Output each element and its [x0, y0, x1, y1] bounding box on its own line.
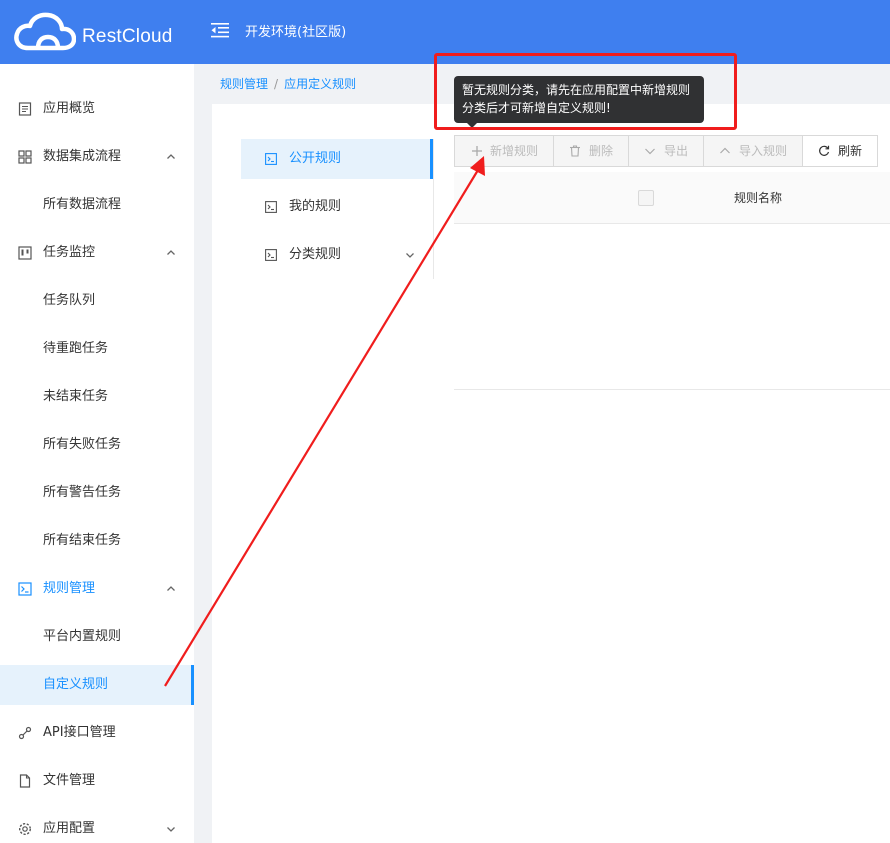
sidebar-item-task-monitor[interactable]: 任务监控 [0, 233, 194, 273]
gear-icon [18, 822, 32, 836]
brand-name: RestCloud [82, 26, 173, 47]
sidebar-item-label: 规则管理 [43, 581, 96, 596]
column-header-rule-name: 规则名称 [734, 191, 783, 205]
sidebar-item-label: 任务队列 [43, 293, 96, 308]
sidebar-item-label: 所有警告任务 [43, 485, 122, 500]
sidebar-item-label: 数据集成流程 [43, 149, 122, 164]
chevron-up-icon [167, 250, 175, 255]
category-classified-rules[interactable]: 分类规则 [241, 235, 433, 275]
chevron-up-icon [720, 147, 730, 154]
api-icon [18, 726, 32, 740]
category-label: 公开规则 [289, 151, 342, 166]
sidebar-item-label: 待重跑任务 [43, 341, 109, 356]
terminal-icon [265, 249, 277, 261]
sidebar-item-app-overview[interactable]: 应用概览 [0, 89, 194, 129]
sidebar-item-file-management[interactable]: 文件管理 [0, 761, 194, 801]
button-label: 导入规则 [739, 144, 788, 158]
sidebar-item-data-flow[interactable]: 数据集成流程 [0, 137, 194, 177]
category-label: 分类规则 [289, 247, 342, 262]
breadcrumb-item[interactable]: 规则管理 [220, 77, 268, 91]
table-empty-border [454, 389, 890, 390]
add-rule-button[interactable]: 新增规则 [454, 135, 554, 167]
sidebar-item-failed-tasks[interactable]: 所有失败任务 [0, 425, 194, 465]
chevron-down-icon [406, 253, 414, 258]
button-label: 删除 [589, 144, 614, 158]
terminal-icon [265, 153, 277, 165]
sidebar-item-label: 文件管理 [43, 773, 96, 788]
sidebar-item-label: 未结束任务 [43, 389, 109, 404]
kanban-icon [18, 246, 32, 260]
trash-icon [570, 145, 580, 157]
category-divider [433, 139, 434, 279]
breadcrumb-item[interactable]: 应用定义规则 [284, 77, 356, 91]
grid-icon [18, 150, 32, 164]
sidebar-item-rerun-tasks[interactable]: 待重跑任务 [0, 329, 194, 369]
terminal-icon [265, 201, 277, 213]
chevron-down-icon [645, 148, 655, 155]
cloud-logo-icon[interactable] [14, 12, 76, 52]
refresh-button[interactable]: 刷新 [802, 135, 878, 167]
sidebar-item-unfinished-tasks[interactable]: 未结束任务 [0, 377, 194, 417]
sidebar-item-label: 平台内置规则 [43, 629, 122, 644]
terminal-icon [18, 582, 32, 596]
sidebar-item-label: 所有数据流程 [43, 197, 122, 212]
sidebar-item-rule-management[interactable]: 规则管理 [0, 569, 194, 609]
sidebar-item-label: 任务监控 [43, 245, 96, 260]
sidebar-item-label: API接口管理 [43, 725, 116, 740]
sidebar-item-api-management[interactable]: API接口管理 [0, 713, 194, 753]
chevron-up-icon [167, 586, 175, 591]
button-label: 刷新 [838, 144, 863, 158]
sidebar-item-warning-tasks[interactable]: 所有警告任务 [0, 473, 194, 513]
sidebar-item-label: 自定义规则 [43, 677, 109, 692]
sidebar-item-custom-rules[interactable]: 自定义规则 [0, 665, 194, 705]
file-list-icon [18, 102, 32, 116]
environment-title[interactable]: 开发环境(社区版) [245, 24, 346, 42]
sidebar-item-label: 应用概览 [43, 101, 96, 116]
sidebar-item-label: 所有失败任务 [43, 437, 122, 452]
import-rule-button[interactable]: 导入规则 [703, 135, 803, 167]
annotation-highlight-box [434, 53, 737, 130]
chevron-up-icon [167, 154, 175, 159]
sidebar-item-task-queue[interactable]: 任务队列 [0, 281, 194, 321]
menu-fold-icon[interactable] [211, 22, 229, 38]
refresh-icon [819, 145, 830, 156]
button-label: 新增规则 [490, 144, 539, 158]
breadcrumb-separator: / [274, 77, 279, 91]
category-my-rules[interactable]: 我的规则 [241, 187, 433, 227]
export-button[interactable]: 导出 [628, 135, 704, 167]
sidebar-item-app-config[interactable]: 应用配置 [0, 809, 194, 843]
select-all-checkbox[interactable] [638, 190, 654, 206]
sidebar-item-finished-tasks[interactable]: 所有结束任务 [0, 521, 194, 561]
category-label: 我的规则 [289, 199, 342, 214]
button-label: 导出 [664, 144, 689, 158]
sidebar-item-all-data-flows[interactable]: 所有数据流程 [0, 185, 194, 225]
chevron-down-icon [167, 827, 175, 832]
sidebar-item-label: 所有结束任务 [43, 533, 122, 548]
category-public-rules[interactable]: 公开规则 [241, 139, 433, 179]
breadcrumb: 规则管理 / 应用定义规则 [220, 76, 356, 92]
plus-icon [472, 146, 482, 156]
file-icon [19, 774, 31, 788]
table-header [454, 172, 890, 224]
sidebar-item-builtin-rules[interactable]: 平台内置规则 [0, 617, 194, 657]
delete-button[interactable]: 删除 [553, 135, 629, 167]
sidebar-item-label: 应用配置 [43, 821, 96, 836]
